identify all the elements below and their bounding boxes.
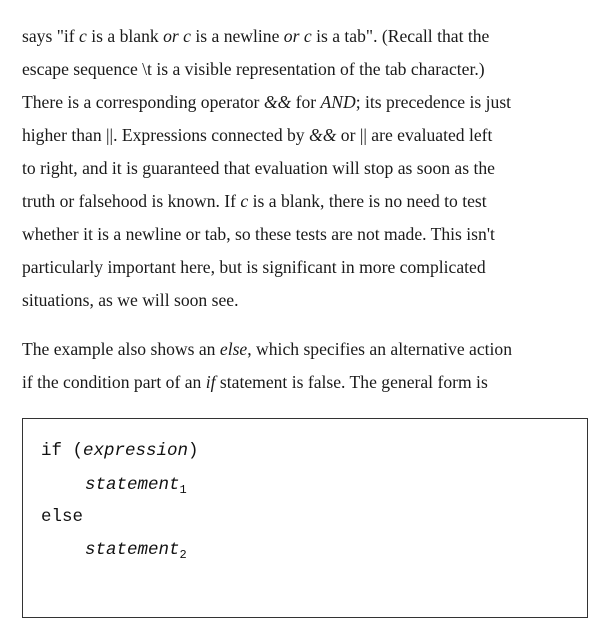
text-line: particularly important here, but is sign… xyxy=(22,257,486,277)
text-line: truth or falsehood is known. If c is a b… xyxy=(22,191,487,211)
code-block: if (expression) statement1 else statemen… xyxy=(22,418,588,618)
text-line: escape sequence \t is a visible represen… xyxy=(22,59,485,79)
text-line: The example also shows an else, which sp… xyxy=(22,339,513,359)
text-line: whether it is a newline or tab, so these… xyxy=(22,224,495,244)
document-body: says "if c is a blank or c is a newline … xyxy=(22,20,592,399)
code-line-statement1: statement1 xyxy=(85,475,187,497)
text-line: if the condition part of an if statement… xyxy=(22,372,488,392)
text-line: higher than ||. Expressions connected by… xyxy=(22,125,493,145)
code-line-if: if (expression) xyxy=(41,441,199,461)
text-line: situations, as we will soon see. xyxy=(22,290,239,310)
text-line: to right, and it is guaranteed that eval… xyxy=(22,158,495,178)
paragraph-else: The example also shows an else, which sp… xyxy=(22,333,592,399)
code-line-statement2: statement2 xyxy=(85,540,187,562)
text-line: There is a corresponding operator && for… xyxy=(22,92,512,112)
code-line-else: else xyxy=(41,507,84,527)
paragraph-logical-operators: says "if c is a blank or c is a newline … xyxy=(22,20,592,317)
text-line: says "if c is a blank or c is a newline … xyxy=(22,26,490,46)
